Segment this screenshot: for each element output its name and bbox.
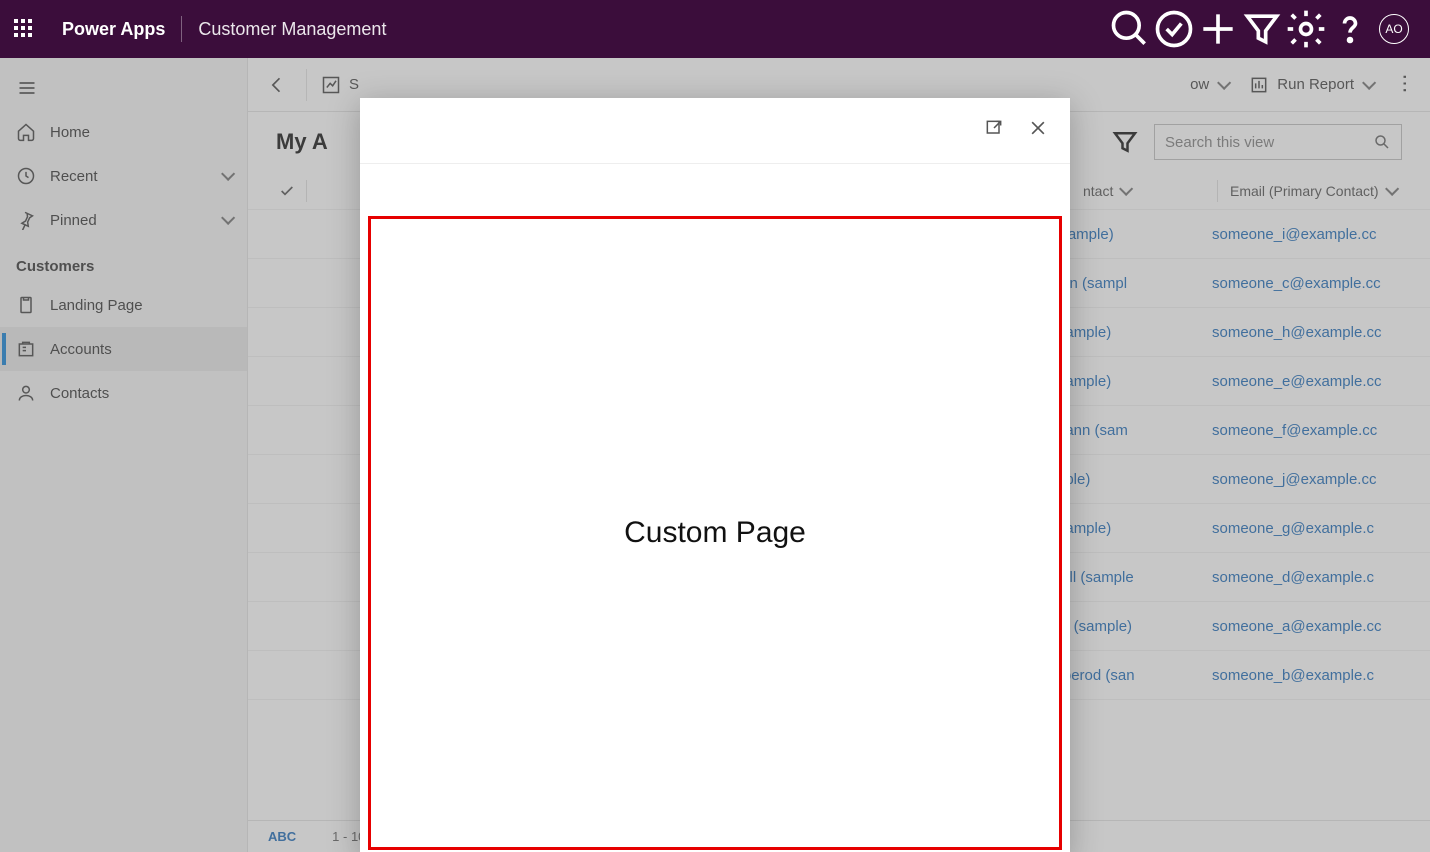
- help-icon[interactable]: [1328, 7, 1372, 51]
- gear-icon[interactable]: [1284, 7, 1328, 51]
- custom-page-label: Custom Page: [624, 516, 806, 550]
- custom-page-dialog: Custom Page: [360, 98, 1070, 852]
- close-button[interactable]: [1028, 118, 1048, 143]
- add-icon[interactable]: [1196, 7, 1240, 51]
- user-avatar[interactable]: AO: [1372, 7, 1416, 51]
- brand-label: Power Apps: [62, 19, 165, 40]
- app-launcher-icon[interactable]: [14, 19, 34, 39]
- avatar-initials: AO: [1385, 22, 1402, 36]
- header-separator: [181, 16, 182, 42]
- popout-button[interactable]: [984, 118, 1004, 143]
- search-icon[interactable]: [1108, 7, 1152, 51]
- filter-icon[interactable]: [1240, 7, 1284, 51]
- global-header: Power Apps Customer Management AO: [0, 0, 1430, 58]
- task-icon[interactable]: [1152, 7, 1196, 51]
- app-name-label: Customer Management: [198, 19, 386, 40]
- custom-page-frame: Custom Page: [368, 216, 1062, 850]
